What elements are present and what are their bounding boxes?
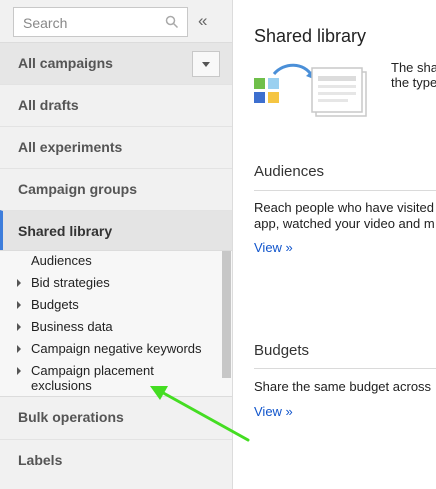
expand-triangle-icon[interactable] (17, 279, 21, 287)
search-box[interactable] (13, 7, 188, 37)
sidebar-item-all-drafts[interactable]: All drafts (0, 84, 232, 126)
page-title: Shared library (254, 26, 367, 46)
submenu-item-budgets[interactable]: Budgets (0, 297, 222, 313)
section-title-budgets: Budgets (254, 342, 310, 359)
submenu-item-business-data[interactable]: Business data (0, 319, 222, 335)
submenu-item-label: Audiences (31, 253, 92, 268)
dropdown-caret-icon (202, 62, 210, 67)
submenu-item-label: Budgets (31, 297, 79, 312)
section-title-audiences: Audiences (254, 163, 325, 180)
description-line: Reach people who have visited (254, 200, 434, 215)
intro-line: The sha (391, 60, 436, 75)
submenu-item-bid-strategies[interactable]: Bid strategies (0, 275, 222, 291)
sidebar-item-label: Shared library (18, 223, 113, 239)
submenu-item-label: Bid strategies (31, 275, 110, 290)
submenu-item-label: Campaign negative keywords (31, 341, 202, 356)
submenu-scrollbar[interactable] (222, 251, 231, 378)
intro-text: The sha the type (391, 60, 436, 90)
sidebar-item-all-campaigns[interactable]: All campaigns (0, 42, 232, 84)
submenu-item-label: Business data (31, 319, 113, 334)
expand-triangle-icon[interactable] (17, 367, 21, 375)
sidebar-item-label: All campaigns (18, 55, 113, 71)
campaigns-dropdown-button[interactable] (192, 51, 220, 77)
section-description: Reach people who have visited app, watch… (254, 200, 435, 232)
sidebar-item-shared-library[interactable]: Shared library (0, 210, 232, 252)
section-description: Share the same budget across (254, 379, 431, 395)
expand-triangle-icon[interactable] (17, 323, 21, 331)
sidebar-item-campaign-groups[interactable]: Campaign groups (0, 168, 232, 210)
sidebar-item-all-experiments[interactable]: All experiments (0, 126, 232, 168)
search-input[interactable] (23, 14, 163, 32)
description-line: Share the same budget across (254, 379, 432, 394)
sidebar-item-label: All drafts (18, 97, 79, 113)
submenu-item-audiences[interactable]: Audiences (0, 253, 222, 269)
view-audiences-link[interactable]: View » (254, 240, 293, 255)
section-divider (254, 190, 436, 191)
section-divider (254, 368, 436, 369)
sidebar-item-label: All experiments (18, 139, 123, 155)
sidebar-item-label: Campaign groups (18, 181, 138, 197)
main-content: Shared library The sha the type Audience… (234, 0, 436, 489)
sidebar-item-label: Bulk operations (18, 409, 124, 425)
search-row: « (0, 0, 233, 42)
shared-library-illustration (254, 63, 367, 117)
annotation-arrow (150, 386, 250, 442)
expand-triangle-icon[interactable] (17, 301, 21, 309)
search-icon[interactable] (165, 15, 179, 29)
expand-triangle-icon[interactable] (17, 345, 21, 353)
intro-line: the type (391, 75, 436, 90)
submenu-item-campaign-negative-keywords[interactable]: Campaign negative keywords (0, 341, 222, 357)
collapse-double-chevron-icon[interactable]: « (198, 11, 214, 31)
description-line: app, watched your video and m (254, 216, 435, 231)
sidebar-item-label: Labels (18, 452, 63, 468)
